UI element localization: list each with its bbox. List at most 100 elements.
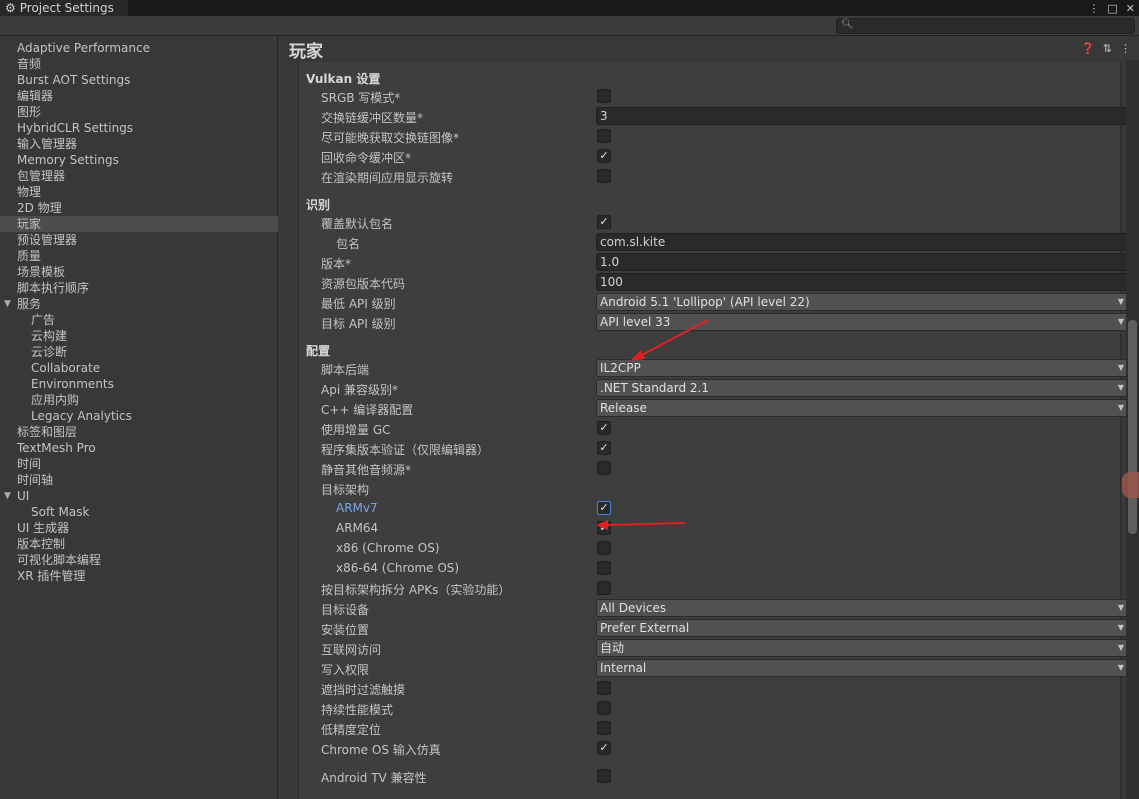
api-compat-dropdown[interactable]: .NET Standard 2.1 ▼ (596, 379, 1130, 397)
low-accuracy-checkbox[interactable] (597, 721, 611, 735)
x86-64-label: x86-64 (Chrome OS) (336, 561, 460, 575)
min-api-label: 最低 API 级别 (321, 297, 396, 311)
sidebar-item-visual-scripting[interactable]: 可视化脚本编程 (0, 552, 278, 568)
search-input[interactable]: 🔍︎ (836, 18, 1135, 34)
chromeos-input-label: Chrome OS 输入仿真 (321, 743, 441, 757)
expand-triangle-icon[interactable]: ▼ (4, 488, 11, 504)
bundle-code-field[interactable]: 100 (596, 273, 1130, 291)
srgb-checkbox[interactable] (597, 89, 611, 103)
sidebar-item-ads[interactable]: 广告 (0, 312, 278, 328)
x86-64-checkbox[interactable] (597, 561, 611, 575)
search-icon: 🔍︎ (841, 19, 854, 30)
sidebar-item-quality[interactable]: 质量 (0, 248, 278, 264)
sidebar-item-textmesh-pro[interactable]: TextMesh Pro (0, 440, 278, 456)
vertical-scrollbar[interactable] (1126, 60, 1139, 799)
sidebar-item-environments[interactable]: Environments (0, 376, 278, 392)
armv7-checkbox[interactable]: ✓ (597, 501, 611, 515)
sidebar-item-ui[interactable]: ▼ UI (0, 488, 278, 504)
sidebar-item-memory-settings[interactable]: Memory Settings (0, 152, 278, 168)
sidebar-item-scene-template[interactable]: 场景模板 (0, 264, 278, 280)
late-acquire-checkbox[interactable] (597, 129, 611, 143)
sidebar-item-hybridclr[interactable]: HybridCLR Settings (0, 120, 278, 136)
sidebar-item-physics[interactable]: 物理 (0, 184, 278, 200)
sidebar-item-cloud-build[interactable]: 云构建 (0, 328, 278, 344)
x86-label: x86 (Chrome OS) (336, 541, 440, 555)
sidebar-item-preset-manager[interactable]: 预设管理器 (0, 232, 278, 248)
sidebar-item-audio[interactable]: 音频 (0, 56, 278, 72)
split-apks-label: 按目标架构拆分 APKs（实验功能） (321, 583, 511, 597)
sidebar-item-player[interactable]: 玩家 (0, 216, 278, 232)
filter-touches-checkbox[interactable] (597, 681, 611, 695)
write-permission-dropdown[interactable]: Internal ▼ (596, 659, 1130, 677)
sidebar-item-cloud-diagnostics[interactable]: 云诊断 (0, 344, 278, 360)
x86-checkbox[interactable] (597, 541, 611, 555)
min-api-dropdown[interactable]: Android 5.1 'Lollipop' (API level 22) ▼ (596, 293, 1130, 311)
sidebar-item-package-manager[interactable]: 包管理器 (0, 168, 278, 184)
override-pkg-checkbox[interactable]: ✓ (597, 215, 611, 229)
assembly-validation-checkbox[interactable]: ✓ (597, 441, 611, 455)
sidebar-item-legacy-analytics[interactable]: Legacy Analytics (0, 408, 278, 424)
low-accuracy-label: 低精度定位 (321, 723, 382, 737)
dropdown-value: API level 33 (600, 315, 671, 329)
api-compat-label: Api 兼容级别* (321, 383, 398, 397)
sidebar-item-burst-aot[interactable]: Burst AOT Settings (0, 72, 278, 88)
sidebar-item-script-execution-order[interactable]: 脚本执行顺序 (0, 280, 278, 296)
android-tv-checkbox[interactable] (597, 769, 611, 783)
install-location-dropdown[interactable]: Prefer External ▼ (596, 619, 1130, 637)
sidebar-item-editor[interactable]: 编辑器 (0, 88, 278, 104)
help-icon[interactable]: ❓ (1081, 42, 1095, 55)
sidebar-item-graphics[interactable]: 图形 (0, 104, 278, 120)
chevron-down-icon: ▼ (1117, 643, 1124, 652)
sidebar-item-services[interactable]: ▼ 服务 (0, 296, 278, 312)
section-config: 配置 (306, 344, 331, 358)
swapchain-field[interactable]: 3 (596, 107, 1130, 125)
sidebar-item-input-manager[interactable]: 输入管理器 (0, 136, 278, 152)
window-tab[interactable]: ⚙ Project Settings (0, 0, 128, 16)
mute-audio-checkbox[interactable] (597, 461, 611, 475)
scripting-backend-label: 脚本后端 (321, 363, 370, 377)
write-permission-label: 写入权限 (321, 663, 370, 677)
sidebar-item-physics-2d[interactable]: 2D 物理 (0, 200, 278, 216)
sidebar-item-soft-mask[interactable]: Soft Mask (0, 504, 278, 520)
target-api-dropdown[interactable]: API level 33 ▼ (596, 313, 1130, 331)
close-icon[interactable]: ✕ (1126, 2, 1135, 15)
sidebar-item-version-control[interactable]: 版本控制 (0, 536, 278, 552)
scrollbar-thumb[interactable] (1128, 320, 1137, 534)
chevron-down-icon: ▼ (1117, 297, 1124, 306)
expand-triangle-icon[interactable]: ▼ (4, 296, 11, 312)
floating-edge-button[interactable] (1122, 472, 1139, 498)
sidebar-item-in-app-purchasing[interactable]: 应用内购 (0, 392, 278, 408)
override-pkg-label: 覆盖默认包名 (321, 217, 394, 231)
preset-icon[interactable]: ⇅ (1103, 42, 1112, 55)
target-devices-dropdown[interactable]: All Devices ▼ (596, 599, 1130, 617)
sidebar-item-tags-and-layers[interactable]: 标签和图层 (0, 424, 278, 440)
incremental-gc-checkbox[interactable]: ✓ (597, 421, 611, 435)
chromeos-input-checkbox[interactable]: ✓ (597, 741, 611, 755)
sidebar-item-ui-builder[interactable]: UI 生成器 (0, 520, 278, 536)
sidebar-item-collaborate[interactable]: Collaborate (0, 360, 278, 376)
prerotation-label: 在渲染期间应用显示旋转 (321, 171, 454, 185)
android-tv-label: Android TV 兼容性 (321, 771, 427, 785)
page-title: 玩家 (289, 42, 323, 62)
maximize-icon[interactable]: □ (1107, 2, 1117, 15)
sidebar-item-adaptive-performance[interactable]: Adaptive Performance (0, 40, 278, 56)
more-icon[interactable]: ⋮ (1120, 42, 1131, 55)
sidebar-item-xr-plugin-management[interactable]: XR 插件管理 (0, 568, 278, 584)
dropdown-value: Release (600, 401, 647, 415)
sidebar-item-timeline[interactable]: 时间轴 (0, 472, 278, 488)
more-icon[interactable]: ⋮ (1088, 2, 1099, 15)
internet-access-dropdown[interactable]: 自动 ▼ (596, 639, 1130, 657)
cpp-config-dropdown[interactable]: Release ▼ (596, 399, 1130, 417)
sidebar-item-time[interactable]: 时间 (0, 456, 278, 472)
target-api-label: 目标 API 级别 (321, 317, 396, 331)
split-apks-checkbox[interactable] (597, 581, 611, 595)
title-bar: ⚙ Project Settings ⋮ □ ✕ (0, 0, 1139, 16)
sustained-perf-checkbox[interactable] (597, 701, 611, 715)
version-field[interactable]: 1.0 (596, 253, 1130, 271)
arm64-checkbox[interactable]: ✓ (597, 521, 611, 535)
scripting-backend-dropdown[interactable]: IL2CPP ▼ (596, 359, 1130, 377)
chevron-down-icon: ▼ (1117, 317, 1124, 326)
recycle-cmd-checkbox[interactable]: ✓ (597, 149, 611, 163)
pkg-name-field[interactable]: com.sl.kite (596, 233, 1130, 251)
prerotation-checkbox[interactable] (597, 169, 611, 183)
